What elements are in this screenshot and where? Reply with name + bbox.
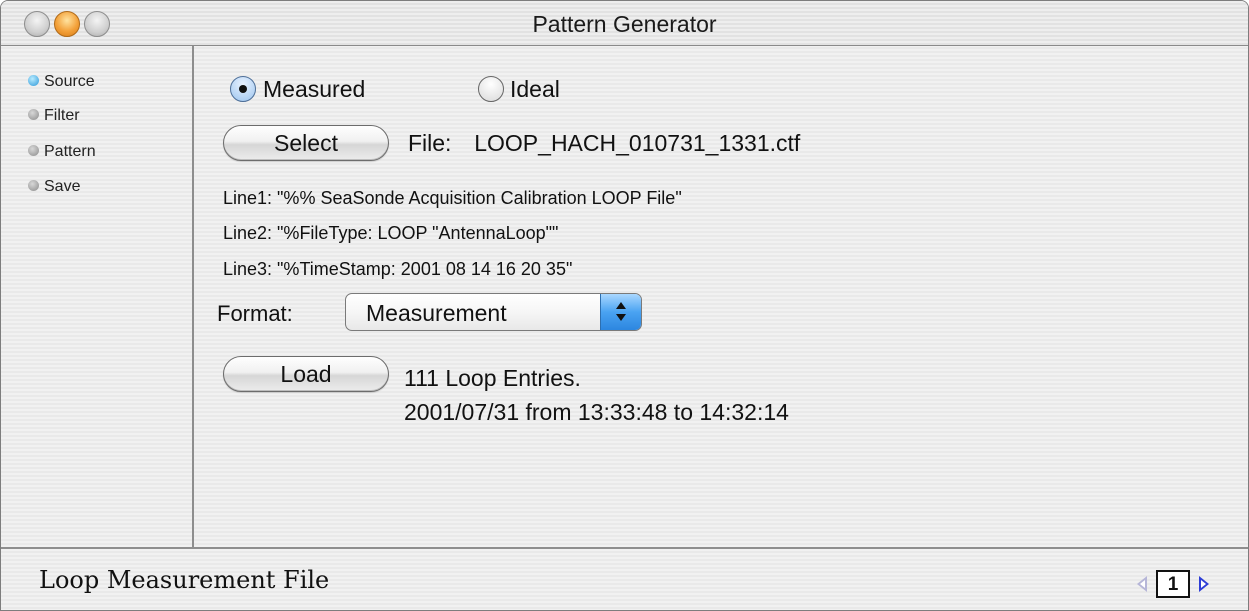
popup-arrows-icon xyxy=(600,294,641,330)
header-line-3: Line3: "%TimeStamp: 2001 08 14 16 20 35" xyxy=(223,259,573,279)
window-title: Pattern Generator xyxy=(532,11,717,37)
status-bar: Loop Measurement File 1 xyxy=(1,547,1248,610)
step-dot-icon xyxy=(28,109,39,121)
file-label: File: LOOP_HACH_010731_1331.ctf xyxy=(408,130,800,157)
pattern-generator-window: Pattern Generator Source Filter Pattern … xyxy=(0,0,1249,611)
arrow-down-icon xyxy=(616,314,626,321)
sidebar-item-label: Source xyxy=(44,73,95,90)
load-summary: 111 Loop Entries. xyxy=(404,365,581,391)
radio-selected-dot-icon xyxy=(239,85,247,93)
header-line-1: Line1: "%% SeaSonde Acquisition Calibrat… xyxy=(223,188,682,208)
sidebar-item-save[interactable]: Save xyxy=(28,178,80,200)
sidebar-item-pattern[interactable]: Pattern xyxy=(28,143,96,165)
file-prefix: File: xyxy=(408,130,452,156)
right-triangle-inner-icon xyxy=(1201,580,1206,588)
sidebar-item-label: Filter xyxy=(44,107,80,124)
left-triangle-inner-icon xyxy=(1140,580,1145,588)
select-button[interactable]: Select xyxy=(223,125,389,161)
load-button[interactable]: Load xyxy=(223,356,389,392)
active-step-dot-icon xyxy=(28,75,39,87)
previous-page-button[interactable] xyxy=(1132,570,1152,598)
sidebar-item-label: Save xyxy=(44,178,81,195)
status-title: Loop Measurement File xyxy=(39,566,330,594)
file-name: LOOP_HACH_010731_1331.ctf xyxy=(474,130,801,156)
load-time-range: 2001/07/31 from 13:33:48 to 14:32:14 xyxy=(404,399,789,425)
header-line-2: Line2: "%FileType: LOOP "AntennaLoop"" xyxy=(223,223,559,243)
format-popup-value: Measurement xyxy=(366,300,507,326)
pager: 1 xyxy=(1132,570,1216,598)
sidebar-item-source[interactable]: Source xyxy=(28,73,95,95)
sidebar-item-filter[interactable]: Filter xyxy=(28,107,80,129)
step-dot-icon xyxy=(28,145,39,157)
page-number: 1 xyxy=(1156,570,1190,598)
measured-radio-label[interactable]: Measured xyxy=(263,76,365,103)
next-page-button[interactable] xyxy=(1194,570,1214,598)
title-bar[interactable]: Pattern Generator xyxy=(1,1,1248,46)
step-dot-icon xyxy=(28,180,39,192)
format-label: Format: xyxy=(217,301,293,326)
measured-radio[interactable] xyxy=(230,76,256,102)
sidebar: Source Filter Pattern Save xyxy=(1,46,194,547)
sidebar-item-label: Pattern xyxy=(44,143,96,160)
format-popup[interactable]: Measurement xyxy=(345,293,642,331)
ideal-radio[interactable] xyxy=(478,76,504,102)
arrow-up-icon xyxy=(616,302,626,309)
source-panel: Measured Ideal Select File: LOOP_HACH_01… xyxy=(194,46,1248,547)
ideal-radio-label[interactable]: Ideal xyxy=(510,76,560,103)
